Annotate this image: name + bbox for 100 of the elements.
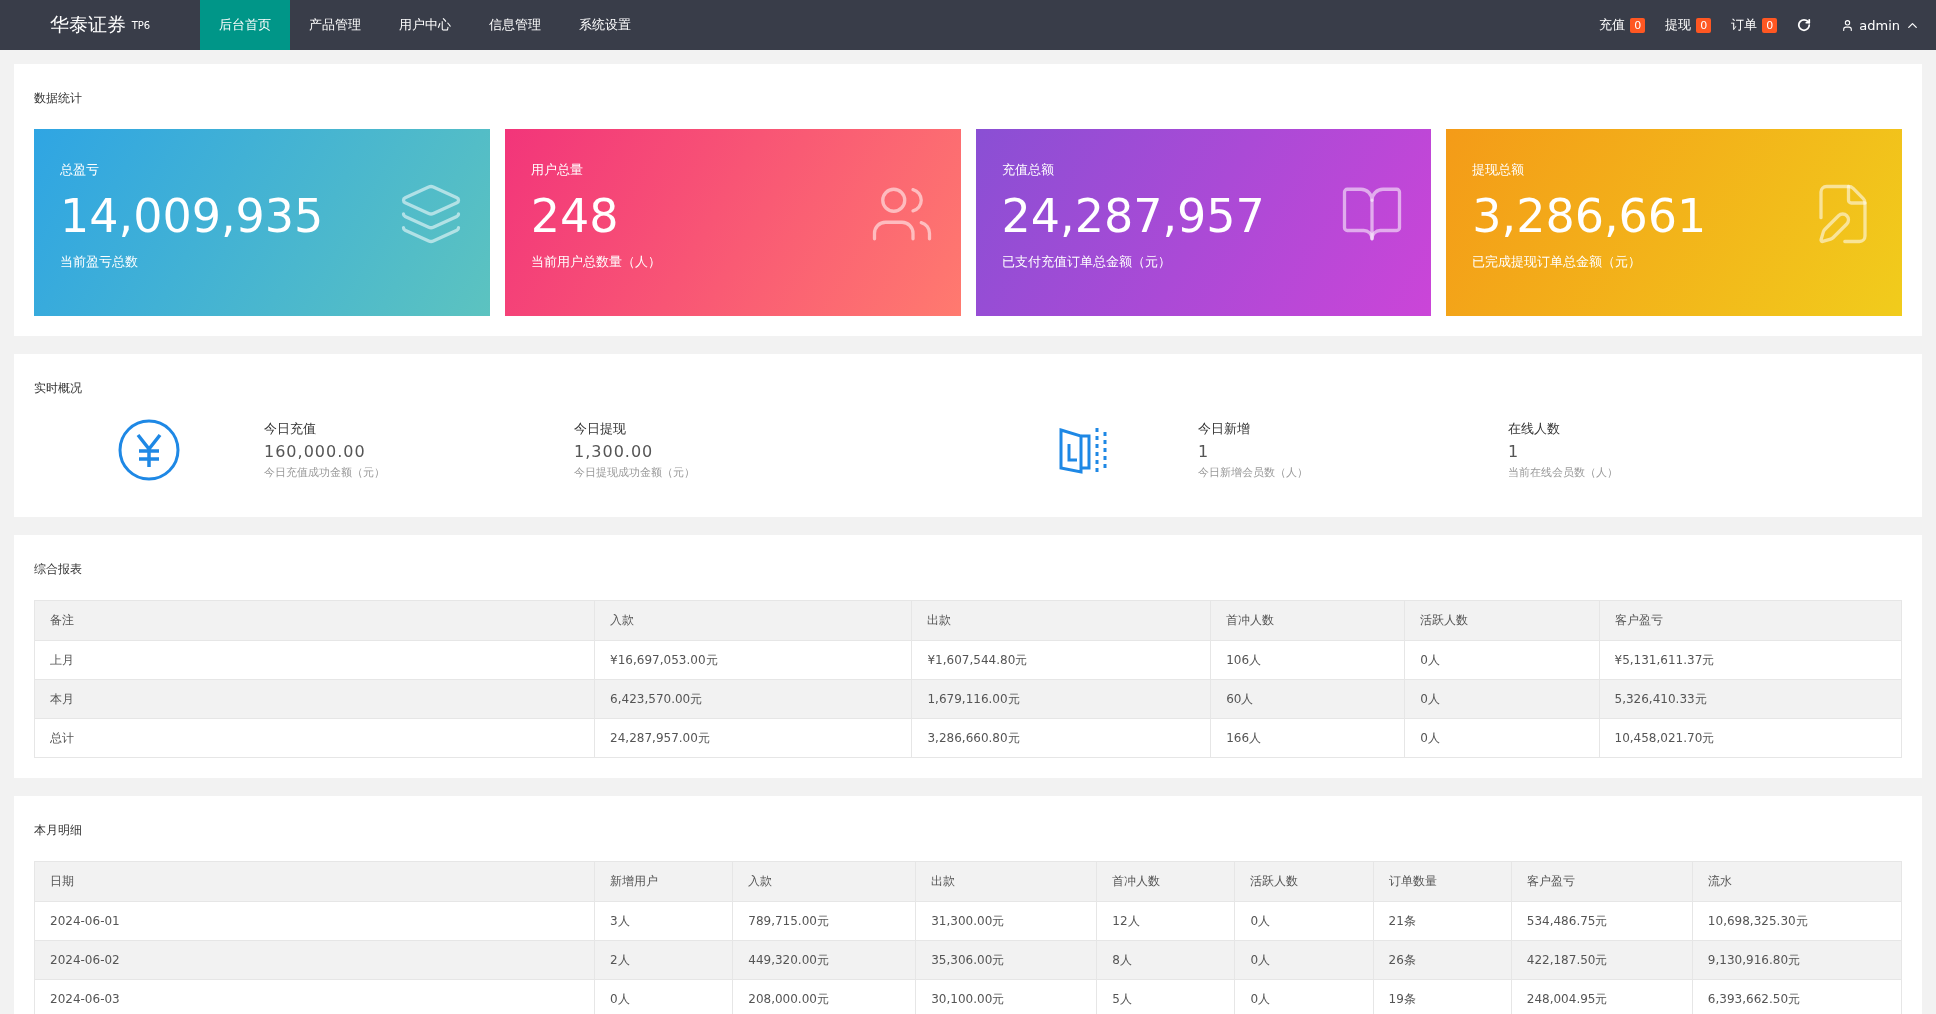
table-cell: 2024-06-02 [34,940,595,980]
top-link[interactable]: 提现 0 [1655,0,1722,50]
table-cell: 3人 [594,901,733,941]
nav-tab[interactable]: 用户中心 [380,0,470,50]
stat-label: 总盈亏 [60,161,100,179]
column-header: 首冲人数 [1210,600,1405,641]
column-header: 备注 [34,600,595,641]
section-title: 综合报表 [34,561,83,578]
table-cell: 9,130,916.80元 [1692,940,1902,980]
section-title: 实时概况 [34,380,83,397]
metric-label: 在线人数 [1508,420,1561,438]
table-cell: 0人 [1404,718,1599,758]
table-cell: 1,679,116.00元 [911,679,1211,719]
table-cell: 8人 [1096,940,1235,980]
table-cell: 35,306.00元 [915,940,1097,980]
table-cell: 0人 [1404,640,1599,680]
yen-icon [118,419,180,481]
column-header: 活跃人数 [1404,600,1599,641]
table-cell: 21条 [1373,901,1512,941]
stat-note: 当前盈亏总数 [60,253,139,271]
table-cell: 10,458,021.70元 [1599,718,1902,758]
table-cell: 26条 [1373,940,1512,980]
table-cell: ¥1,607,544.80元 [911,640,1211,680]
refresh-icon[interactable] [1797,18,1812,32]
table-cell: ¥5,131,611.37元 [1599,640,1902,680]
section-title: 数据统计 [34,90,83,107]
section-title: 本月明细 [34,822,83,839]
column-header: 首冲人数 [1096,861,1235,902]
table-cell: 0人 [1234,901,1374,941]
table-cell: 2024-06-03 [34,979,595,1014]
stat-value: 14,009,935 [60,189,324,243]
table-cell: 208,000.00元 [732,979,916,1014]
column-header: 出款 [911,600,1211,641]
table-cell: 60人 [1210,679,1405,719]
metric-value: 160,000.00 [264,442,367,461]
stat-note: 已完成提现订单总金额（元） [1472,253,1643,271]
stat-note: 当前用户总数量（人） [530,253,661,271]
table-cell: 24,287,957.00元 [594,718,912,758]
table-cell: 248,004.95元 [1511,979,1693,1014]
stat-label: 充值总额 [1001,161,1055,179]
user-icon [1841,18,1855,32]
column-header: 流水 [1692,861,1902,902]
table-cell: 0人 [594,979,733,1014]
table-cell: 5,326,410.33元 [1599,679,1902,719]
nav-tab[interactable]: 后台首页 [200,0,290,50]
table-cell: 6,393,662.50元 [1692,979,1902,1014]
table-cell: 0人 [1234,979,1374,1014]
nav-tab[interactable]: 产品管理 [290,0,380,50]
column-header: 出款 [915,861,1097,902]
brand-logo[interactable]: 华泰证券 $^{TP6}$ [0,0,200,50]
table-cell: 12人 [1096,901,1235,941]
metric-value: 1,300.00 [574,442,655,461]
nav-tab[interactable]: 系统设置 [560,0,650,50]
column-header: 客户盈亏 [1599,600,1902,641]
column-header: 入款 [732,861,916,902]
metric-note: 今日充值成功金额（元） [264,465,386,480]
table-cell: 10,698,325.30元 [1692,901,1902,941]
table-cell: 上月 [34,640,595,680]
column-header: 日期 [34,861,595,902]
column-header: 活跃人数 [1234,861,1374,902]
table-cell: 6,423,570.00元 [594,679,912,719]
column-header: 客户盈亏 [1511,861,1693,902]
table-cell: 106人 [1210,640,1405,680]
stat-label: 提现总额 [1472,161,1526,179]
table-cell: 19条 [1373,979,1512,1014]
table-cell: 0人 [1404,679,1599,719]
user-menu[interactable]: admin [1821,0,1936,50]
stat-value: 3,286,661 [1472,189,1707,243]
column-header: 订单数量 [1373,861,1512,902]
stat-value: 24,287,957 [1001,189,1265,243]
table-cell: 31,300.00元 [915,901,1097,941]
metric-label: 今日新增 [1198,420,1251,438]
metric-label: 今日提现 [574,420,627,438]
metric-value: 1 [1198,442,1211,461]
metric-value: 1 [1508,442,1521,461]
column-header: 新增用户 [594,861,733,902]
table-cell: 2024-06-01 [34,901,595,941]
metric-note: 今日新增会员数（人） [1198,465,1309,480]
table-cell: ¥16,697,053.00元 [594,640,912,680]
table-cell: 0人 [1234,940,1374,980]
column-header: 入款 [594,600,912,641]
stat-note: 已支付充值订单总金额（元） [1001,253,1172,271]
table-cell: 5人 [1096,979,1235,1014]
stat-value: 248 [530,189,620,243]
table-cell: 534,486.75元 [1511,901,1693,941]
nav-tab[interactable]: 信息管理 [470,0,560,50]
table-cell: 2人 [594,940,733,980]
table-cell: 449,320.00元 [732,940,916,980]
stat-label: 用户总量 [530,161,584,179]
metric-note: 今日提现成功金额（元） [574,465,696,480]
metric-label: 今日充值 [264,420,317,438]
table-cell: 本月 [34,679,595,719]
metric-note: 当前在线会员数（人） [1508,465,1619,480]
table-cell: 总计 [34,718,595,758]
table-cell: 30,100.00元 [915,979,1097,1014]
top-link[interactable]: 充值 0 [1589,0,1656,50]
table-cell: 422,187.50元 [1511,940,1693,980]
top-link[interactable]: 订单 0 [1721,0,1788,50]
table-cell: 3,286,660.80元 [911,718,1211,758]
table-cell: 789,715.00元 [732,901,916,941]
